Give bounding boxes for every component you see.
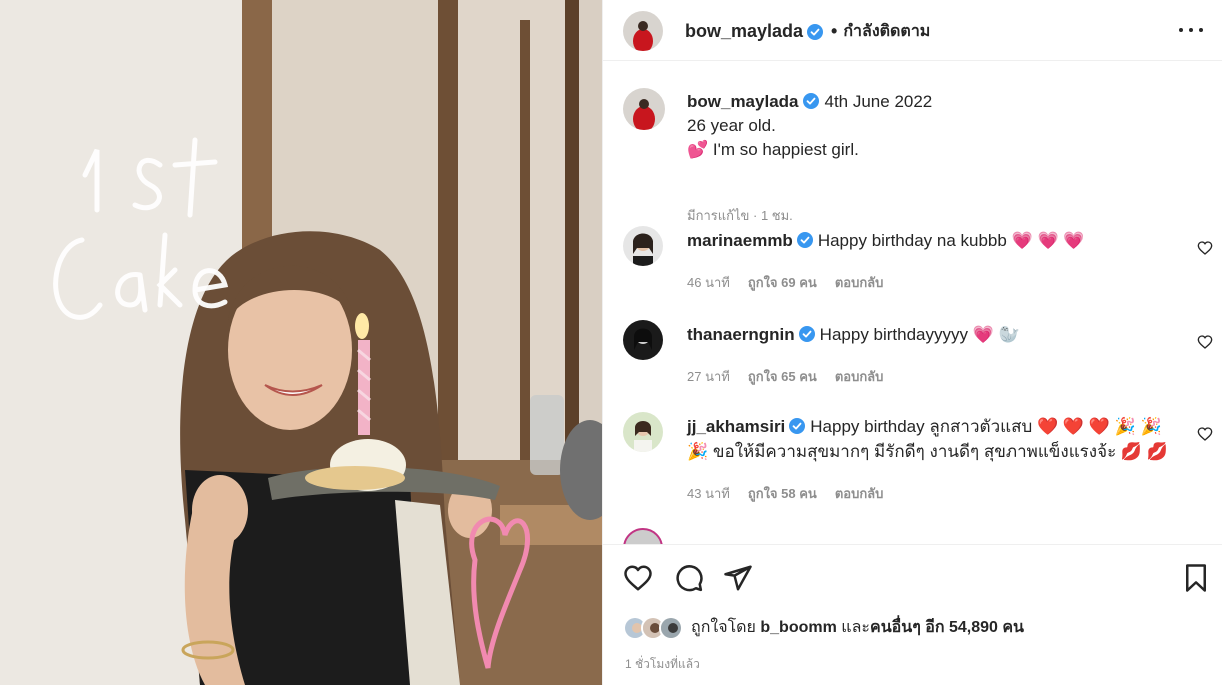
comment-text-row: thanaerngnin Happy birthdayyyyy 💗 🦭	[687, 322, 1177, 347]
likes-prefix: ถูกใจโดย	[691, 619, 756, 636]
post-header: bow_maylada • กำลังติดตาม	[603, 0, 1222, 61]
caption-avatar-image	[623, 88, 665, 130]
caption-line-1: 26 year old.	[687, 116, 776, 135]
caption-body: bow_maylada 4th June 2022 26 year old. 💕 …	[687, 90, 1197, 162]
likes-summary[interactable]: ถูกใจโดย b_boomm และ คนอื่นๆ อีก 54,890 ค…	[623, 615, 1024, 640]
commenter-avatar-image	[623, 226, 663, 266]
comment-avatar[interactable]	[623, 320, 663, 360]
caption-meta: มีการแก้ไข · 1 ชม.	[687, 208, 793, 223]
comments-list[interactable]: bow_maylada 4th June 2022 26 year old. 💕 …	[603, 62, 1222, 544]
comment-reply-button[interactable]: ตอบกลับ	[835, 366, 884, 387]
post-detail-panel: bow_maylada • กำลังติดตาม bow_maylada 4t…	[602, 0, 1222, 685]
comment-likes-button[interactable]: ถูกใจ 65 คน	[748, 366, 817, 387]
comment-meta: 46 นาที ถูกใจ 69 คน ตอบกลับ	[687, 272, 883, 293]
author-avatar[interactable]	[623, 11, 663, 51]
comment-text: Happy birthdayyyyy 💗 🦭	[819, 325, 1020, 344]
comment-meta: 27 นาที ถูกใจ 65 คน ตอบกลับ	[687, 366, 883, 387]
likes-first-user[interactable]: b_boomm	[760, 619, 836, 637]
liker-avatar	[659, 615, 683, 640]
comment-text-row: marinaemmb Happy birthday na kubbb 💗 💗 💗	[687, 228, 1177, 253]
comment-time: 43 นาที	[687, 486, 730, 501]
liker-avatars	[623, 615, 683, 640]
comment-text: Happy birthday na kubbb 💗 💗 💗	[817, 231, 1085, 250]
post-photo-illustration	[0, 0, 602, 685]
commenter-avatar-image	[623, 320, 663, 360]
caption-line-2: I'm so happiest girl.	[712, 140, 859, 159]
posted-time[interactable]: 1 ชั่วโมงที่แล้ว	[625, 655, 700, 674]
likes-middle: และ	[841, 619, 870, 636]
post-photo[interactable]	[0, 0, 602, 685]
following-button[interactable]: กำลังติดตาม	[843, 19, 930, 44]
comment-username[interactable]: thanaerngnin	[687, 325, 795, 344]
comment-meta: 43 นาที ถูกใจ 58 คน ตอบกลับ	[687, 483, 883, 504]
likes-others-link[interactable]: คนอื่นๆ อีก 54,890 คน	[870, 615, 1024, 640]
verified-badge-icon	[798, 326, 815, 342]
comment-like-heart-icon[interactable]	[1197, 426, 1213, 442]
comment-username[interactable]: marinaemmb	[687, 231, 793, 250]
comment-icon[interactable]	[674, 563, 704, 593]
comment-username[interactable]: jj_akhamsiri	[687, 417, 785, 436]
comment-reply-button[interactable]: ตอบกลับ	[835, 272, 884, 293]
caption-username[interactable]: bow_maylada	[687, 92, 799, 111]
caption-avatar[interactable]	[623, 88, 665, 130]
share-send-icon[interactable]	[723, 563, 753, 593]
comment-time: 46 นาที	[687, 275, 730, 290]
verified-badge-icon	[796, 232, 813, 248]
post-actions: ถูกใจโดย b_boomm และ คนอื่นๆ อีก 54,890 ค…	[603, 544, 1222, 685]
comment-likes-button[interactable]: ถูกใจ 58 คน	[748, 483, 817, 504]
caption-date: 4th June 2022	[824, 92, 933, 111]
like-heart-icon[interactable]	[623, 563, 653, 593]
separator-dot: •	[831, 21, 838, 41]
comment-text-row: jj_akhamsiri Happy birthday ลูกสาวตัวแสบ …	[687, 414, 1177, 464]
comment-avatar-partial[interactable]	[623, 528, 663, 544]
verified-badge-icon	[802, 93, 819, 109]
more-options-icon[interactable]	[1179, 20, 1203, 40]
verified-badge-icon	[789, 418, 806, 434]
author-avatar-image	[623, 11, 663, 51]
verified-badge-icon	[807, 23, 824, 40]
caption-line-2-row: 💕 I'm so happiest girl.	[687, 138, 1197, 162]
comment-like-heart-icon[interactable]	[1197, 334, 1213, 350]
comment-time: 27 นาที	[687, 369, 730, 384]
comment-likes-button[interactable]: ถูกใจ 69 คน	[748, 272, 817, 293]
comment-avatar[interactable]	[623, 226, 663, 266]
comment-avatar[interactable]	[623, 412, 663, 452]
comment-like-heart-icon[interactable]	[1197, 240, 1213, 256]
author-username-row: bow_maylada • กำลังติดตาม	[685, 19, 930, 44]
author-username[interactable]: bow_maylada	[685, 21, 803, 42]
commenter-avatar-image	[623, 412, 663, 452]
two-hearts-emoji: 💕	[687, 140, 709, 159]
save-bookmark-icon[interactable]	[1181, 563, 1211, 593]
comment-reply-button[interactable]: ตอบกลับ	[835, 483, 884, 504]
